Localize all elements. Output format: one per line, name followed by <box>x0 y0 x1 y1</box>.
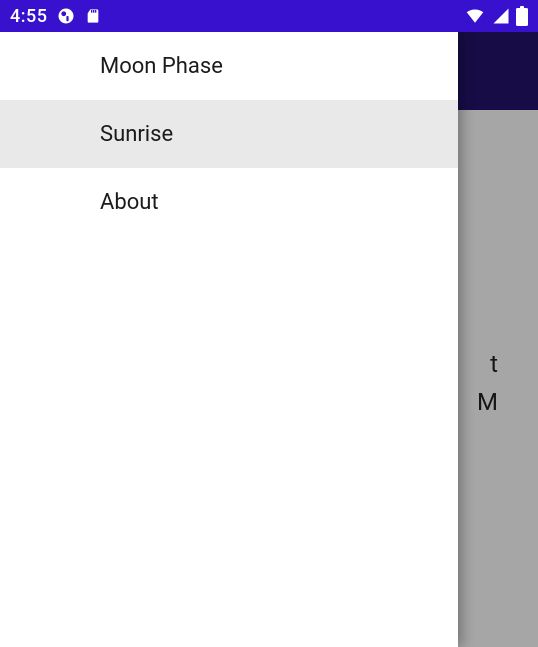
status-right <box>464 6 528 26</box>
drawer-item-moon-phase[interactable]: Moon Phase <box>0 32 458 100</box>
cellular-signal-icon <box>492 7 510 25</box>
nav-drawer: Moon Phase Sunrise About <box>0 32 458 647</box>
drawer-item-label: About <box>100 190 159 215</box>
screen: t M Moon Phase Sunrise About 4:55 <box>0 0 538 647</box>
profile-indicator-icon <box>57 7 75 25</box>
status-left: 4:55 <box>10 6 101 27</box>
drawer-item-label: Moon Phase <box>100 54 223 79</box>
status-time: 4:55 <box>10 6 47 27</box>
status-bar: 4:55 <box>0 0 538 32</box>
wifi-icon <box>464 7 486 25</box>
battery-icon <box>516 6 528 26</box>
sd-card-icon <box>85 7 101 25</box>
drawer-item-sunrise[interactable]: Sunrise <box>0 100 458 168</box>
drawer-item-about[interactable]: About <box>0 168 458 236</box>
drawer-item-label: Sunrise <box>100 122 173 147</box>
